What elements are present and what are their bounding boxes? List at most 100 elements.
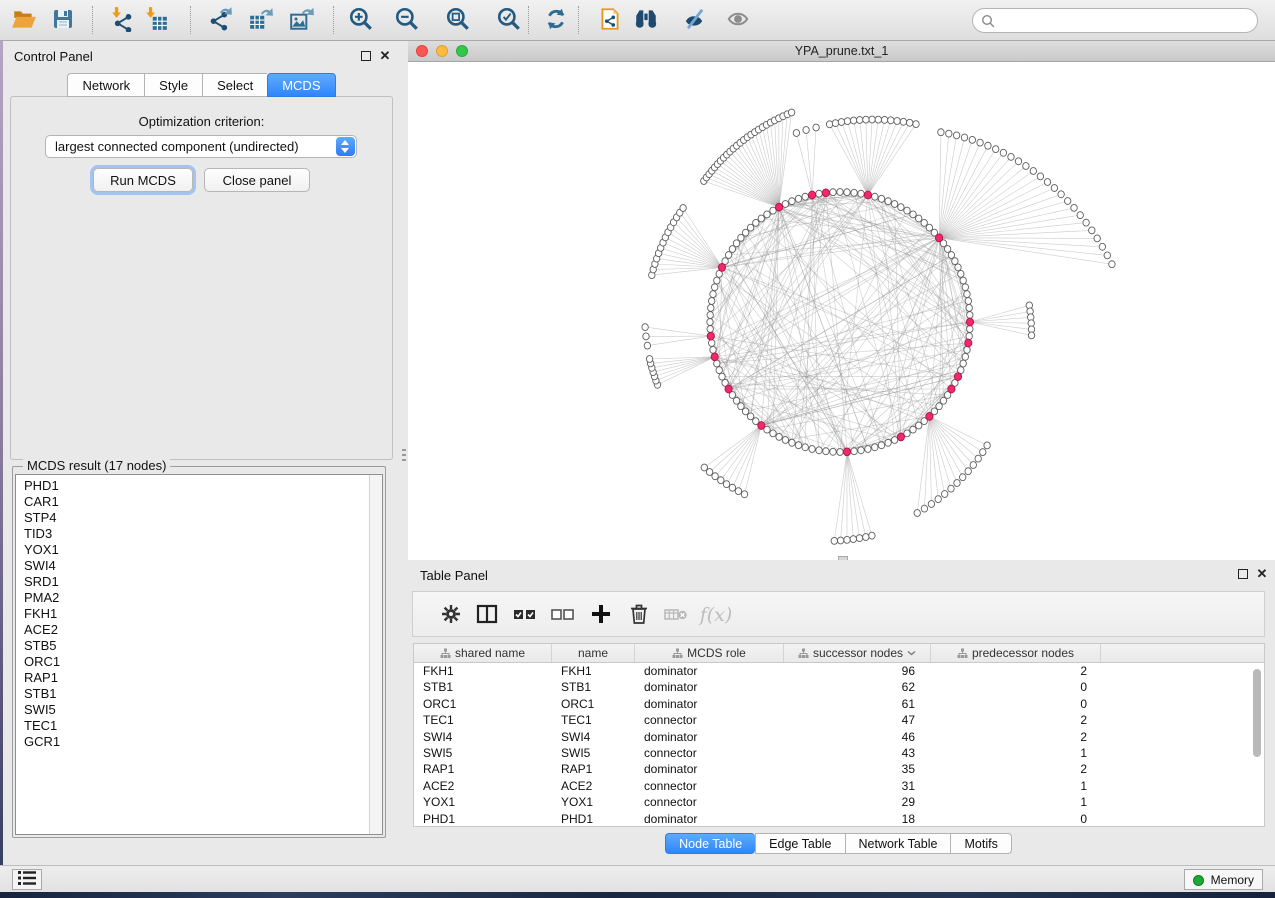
show-graphics-details-button[interactable] (678, 5, 710, 36)
mcds-result-item[interactable]: PMA2 (16, 590, 368, 606)
import-network-button[interactable] (106, 5, 138, 36)
zoom-selected-button[interactable] (493, 5, 525, 36)
float-table-panel-icon[interactable] (1238, 569, 1248, 579)
mcds-result-item[interactable]: STP4 (16, 510, 368, 526)
table-row[interactable]: STB1STB1dominator620 (414, 679, 1264, 695)
table-row[interactable]: PHD1PHD1dominator180 (414, 811, 1264, 827)
mcds-result-item[interactable]: SWI5 (16, 702, 368, 718)
tab-network[interactable]: Network (67, 73, 144, 97)
table-scrollbar-thumb[interactable] (1253, 669, 1261, 757)
network-canvas[interactable] (408, 62, 1275, 560)
column-header-mcds-role[interactable]: MCDS role (635, 644, 784, 662)
export-image-button[interactable] (286, 5, 318, 36)
deselect-all-button[interactable] (547, 599, 579, 631)
run-mcds-button[interactable]: Run MCDS (93, 168, 193, 192)
column-settings-button[interactable] (435, 599, 467, 631)
tab-network-table[interactable]: Network Table (845, 833, 951, 854)
delete-column-button[interactable] (623, 599, 655, 631)
vertical-splitter[interactable] (400, 41, 408, 560)
mcds-result-item[interactable]: GCR1 (16, 734, 368, 750)
table-cell: 29 (784, 794, 931, 810)
table-cell: RAP1 (552, 761, 635, 777)
mcds-result-item[interactable]: STB1 (16, 686, 368, 702)
close-panel-icon[interactable]: ✕ (379, 49, 391, 63)
mcds-result-item[interactable]: FKH1 (16, 606, 368, 622)
network-window-titlebar[interactable]: YPA_prune.txt_1 (408, 41, 1275, 62)
column-header-shared-name[interactable]: shared name (414, 644, 552, 662)
table-body: FKH1FKH1dominator962STB1STB1dominator620… (414, 663, 1264, 827)
table-cell: TEC1 (414, 712, 552, 728)
split-view-button[interactable] (471, 599, 503, 631)
close-panel-button[interactable]: Close panel (204, 168, 310, 192)
column-header-predecessor-nodes[interactable]: predecessor nodes (931, 644, 1101, 662)
close-table-panel-icon[interactable]: ✕ (1256, 567, 1268, 581)
search-input[interactable] (999, 10, 1249, 31)
hide-details-button[interactable] (722, 5, 754, 36)
zoom-out-icon (394, 6, 420, 32)
open-file-button[interactable] (8, 5, 40, 36)
table-cell: 18 (784, 811, 931, 827)
mcds-result-item[interactable]: SWI4 (16, 558, 368, 574)
mcds-result-item[interactable]: RAP1 (16, 670, 368, 686)
column-header-name[interactable]: name (552, 644, 635, 662)
export-network-button[interactable] (204, 5, 236, 36)
zoom-fit-button[interactable] (442, 5, 474, 36)
table-row[interactable]: SWI5SWI5connector431 (414, 745, 1264, 761)
tab-mcds[interactable]: MCDS (267, 73, 335, 97)
mcds-result-item[interactable]: ORC1 (16, 654, 368, 670)
mcds-result-item[interactable]: ACE2 (16, 622, 368, 638)
list-scrollbar[interactable] (369, 475, 382, 834)
mcds-result-group: MCDS result (17 nodes) PHD1CAR1STP4TID3Y… (12, 466, 386, 838)
memory-button[interactable]: Memory (1184, 869, 1263, 890)
function-builder-button[interactable]: f(x) (696, 599, 736, 631)
table-cell: dominator (635, 696, 784, 712)
tab-node-table[interactable]: Node Table (665, 833, 755, 854)
criterion-select[interactable]: largest connected component (undirected) (45, 135, 357, 158)
show-panels-list-button[interactable] (12, 869, 42, 890)
export-table-button[interactable] (245, 5, 277, 36)
save-session-button[interactable] (47, 5, 79, 36)
table-cell-filler (1101, 696, 1264, 712)
main-toolbar (0, 0, 1275, 41)
tab-style[interactable]: Style (144, 73, 202, 97)
zoom-out-button[interactable] (391, 5, 423, 36)
mcds-result-item[interactable]: PHD1 (16, 478, 368, 494)
table-row[interactable]: SWI4SWI4dominator462 (414, 729, 1264, 745)
float-panel-icon[interactable] (361, 51, 371, 61)
table-row[interactable]: ACE2ACE2connector311 (414, 778, 1264, 794)
delete-table-button[interactable] (660, 599, 692, 631)
mcds-result-item[interactable]: CAR1 (16, 494, 368, 510)
select-all-button[interactable] (509, 599, 541, 631)
table-cell: 47 (784, 712, 931, 728)
table-row[interactable]: YOX1YOX1connector291 (414, 794, 1264, 810)
table-cell-filler (1101, 663, 1264, 679)
toolbar-separator (190, 6, 191, 34)
table-cell: dominator (635, 761, 784, 777)
import-table-button[interactable] (140, 5, 172, 36)
mcds-result-item[interactable]: YOX1 (16, 542, 368, 558)
table-row[interactable]: ORC1ORC1dominator610 (414, 696, 1264, 712)
mcds-result-item[interactable]: SRD1 (16, 574, 368, 590)
columns-icon (475, 602, 499, 626)
control-panel: Control Panel ✕ NetworkStyleSelectMCDS O… (3, 41, 400, 865)
refresh-view-button[interactable] (540, 5, 572, 36)
add-column-button[interactable] (585, 599, 617, 631)
mcds-result-item[interactable]: TID3 (16, 526, 368, 542)
table-row[interactable]: RAP1RAP1dominator352 (414, 761, 1264, 777)
trash-icon (627, 602, 651, 626)
table-cell: SWI5 (414, 745, 552, 761)
table-cell: 0 (931, 696, 1101, 712)
mcds-result-item[interactable]: STB5 (16, 638, 368, 654)
zoom-in-button[interactable] (345, 5, 377, 36)
network-from-document-button[interactable] (594, 5, 626, 36)
column-header-successor-nodes[interactable]: successor nodes (784, 644, 931, 662)
find-button[interactable] (630, 5, 662, 36)
table-cell-filler (1101, 729, 1264, 745)
mcds-result-item[interactable]: TEC1 (16, 718, 368, 734)
table-cell: 0 (931, 679, 1101, 695)
tab-edge-table[interactable]: Edge Table (755, 833, 844, 854)
tab-select[interactable]: Select (202, 73, 267, 97)
table-row[interactable]: TEC1TEC1connector472 (414, 712, 1264, 728)
table-row[interactable]: FKH1FKH1dominator962 (414, 663, 1264, 679)
tab-motifs[interactable]: Motifs (950, 833, 1011, 854)
